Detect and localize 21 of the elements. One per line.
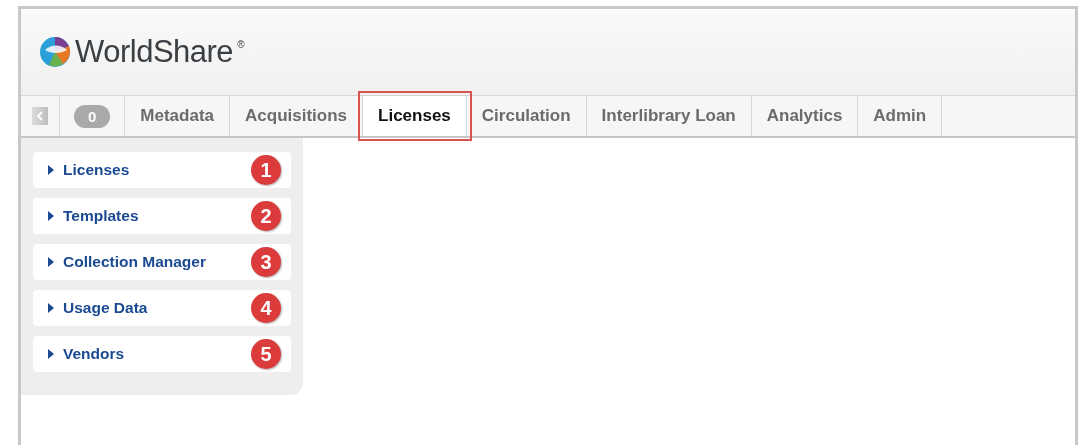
number-badge: 3 <box>251 247 281 277</box>
nav-tab[interactable]: Analytics <box>751 96 859 136</box>
nav-tab[interactable]: Circulation <box>466 96 587 136</box>
sidebar-item[interactable]: Licenses 1 <box>33 152 291 188</box>
count-badge: 0 <box>74 104 111 128</box>
globe-logo-icon <box>39 36 71 68</box>
sidebar-item[interactable]: Vendors 5 <box>33 336 291 372</box>
number-badge: 1 <box>251 155 281 185</box>
sidebar-item[interactable]: Collection Manager 3 <box>33 244 291 280</box>
chevron-left-icon <box>36 111 44 121</box>
number-badge: 4 <box>251 293 281 323</box>
sidebar-item[interactable]: Usage Data 4 <box>33 290 291 326</box>
nav-tab[interactable]: Admin <box>858 96 943 136</box>
number-badge: 5 <box>251 339 281 369</box>
number-badge: 2 <box>251 201 281 231</box>
registered-mark: ® <box>237 39 245 50</box>
nav-tab[interactable]: Metadata <box>125 96 231 136</box>
collapse-button[interactable] <box>32 107 48 125</box>
sidebar-item[interactable]: Templates 2 <box>33 198 291 234</box>
brand-name: WorldShare <box>75 34 234 70</box>
nav-tab[interactable]: Interlibrary Loan <box>586 96 752 136</box>
